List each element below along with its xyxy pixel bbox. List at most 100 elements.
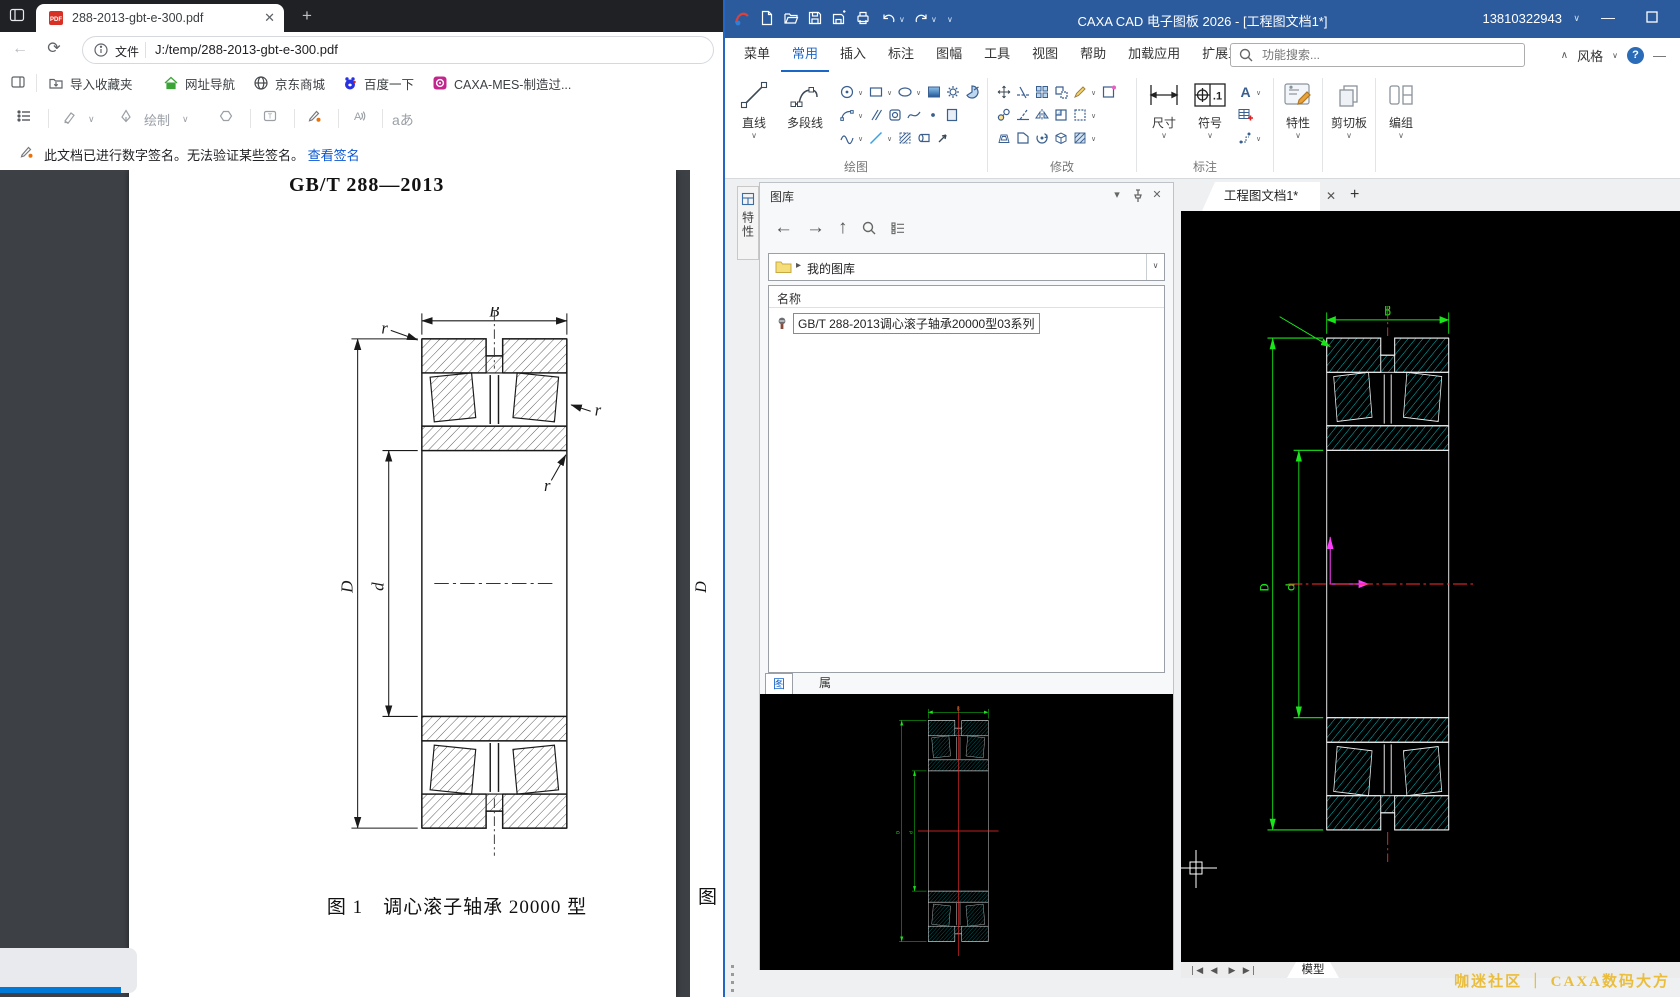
bookmark-caxa-mes[interactable]: CAXA-MES-制造过... <box>432 66 571 100</box>
rotate-icon[interactable] <box>1034 130 1051 147</box>
highlighter-chevron-icon[interactable]: ∨ <box>88 114 95 125</box>
signature-pen-icon[interactable] <box>306 108 328 130</box>
ribbon-collapse-icon[interactable]: ∧ <box>1561 50 1568 61</box>
move-icon[interactable] <box>996 84 1013 101</box>
ellipse-icon[interactable] <box>897 84 914 101</box>
fill-rect-icon[interactable] <box>926 84 943 101</box>
read-aloud-icon[interactable]: A <box>350 108 372 130</box>
pdf-viewer-area[interactable]: GB/T 288—2013 BDdrrr 图 1 调心滚子轴承 20000 型 … <box>0 170 723 997</box>
spline-icon[interactable] <box>906 107 923 124</box>
search-input[interactable] <box>1260 47 1494 63</box>
column-header-name[interactable]: 名称 <box>769 286 1164 308</box>
panel-splitter-grip[interactable] <box>729 965 735 993</box>
library-list[interactable]: 名称 GB/T 288-2013调心滚子轴承20000型03系列 <box>768 285 1165 673</box>
library-item-bearing[interactable]: GB/T 288-2013调心滚子轴承20000型03系列 <box>775 313 1040 333</box>
group-button[interactable]: 编组 ∨ <box>1378 79 1424 140</box>
gear-icon[interactable] <box>945 84 962 101</box>
draw-label[interactable]: 绘制 <box>144 110 170 129</box>
tab-tools[interactable]: 工具 <box>973 38 1021 70</box>
refresh-button[interactable]: ⟳ <box>44 39 64 59</box>
lib-search-icon[interactable] <box>861 220 877 236</box>
new-document-tab-icon[interactable]: + <box>1350 186 1359 204</box>
offset-icon[interactable] <box>996 130 1013 147</box>
symbol-button[interactable]: .1 符号 ∨ <box>1187 79 1233 140</box>
highlighter-icon[interactable] <box>62 108 84 130</box>
document-tab-close-icon[interactable]: ✕ <box>1326 189 1336 203</box>
hole-icon[interactable] <box>887 107 904 124</box>
draw-pen-icon[interactable] <box>118 108 140 130</box>
tab-sheet[interactable]: 图幅 <box>925 38 973 70</box>
3d-view-icon[interactable] <box>1053 130 1070 147</box>
stretch-icon[interactable] <box>1053 84 1070 101</box>
back-button[interactable]: ← <box>10 39 30 59</box>
maximize-button[interactable] <box>1644 9 1664 25</box>
last-sheet-button[interactable]: ▶❘ <box>1241 963 1259 977</box>
bookmark-nav-2345[interactable]: 网址导航 <box>163 66 235 100</box>
tab-shape-preview[interactable]: 图形 <box>765 673 793 694</box>
tab-annotate[interactable]: 标注 <box>877 38 925 70</box>
sheet-icon[interactable] <box>944 107 961 124</box>
point-icon[interactable] <box>925 107 942 124</box>
bookmark-import-favorites[interactable]: 导入收藏夹 <box>48 66 133 100</box>
browser-tab[interactable]: PDF 288-2013-gbt-e-300.pdf ✕ <box>36 4 284 32</box>
extend-icon[interactable] <box>1015 107 1032 124</box>
style-menu[interactable]: 风格 <box>1577 46 1603 65</box>
new-frame-icon[interactable] <box>1101 84 1118 101</box>
explode-icon[interactable] <box>1072 130 1089 147</box>
bookmark-baidu[interactable]: 百度一下 <box>342 66 414 100</box>
tab-load-app[interactable]: 加载应用 <box>1117 38 1191 70</box>
cad-canvas[interactable]: BDd <box>1181 211 1680 962</box>
lib-forward-icon[interactable]: → <box>806 217 825 239</box>
account-chevron-icon[interactable]: ∨ <box>1573 13 1580 24</box>
panel-pin-icon[interactable] <box>1130 188 1146 204</box>
address-bar[interactable]: 文件 J:/temp/288-2013-gbt-e-300.pdf <box>82 36 714 64</box>
new-tab-button[interactable]: + <box>298 7 316 25</box>
cylinder-icon[interactable] <box>916 130 933 147</box>
curve-icon[interactable] <box>839 130 856 147</box>
trim-icon[interactable] <box>1015 84 1032 101</box>
help-icon[interactable]: ? <box>1627 47 1644 64</box>
info-icon[interactable] <box>93 42 109 58</box>
document-tab[interactable]: 工程图文档1* <box>1202 182 1320 211</box>
toc-icon[interactable] <box>16 108 38 130</box>
panel-close-icon[interactable]: ✕ <box>1149 188 1165 201</box>
view-signatures-link[interactable]: 查看签名 <box>308 148 360 163</box>
minimize-button[interactable]: — <box>1598 9 1618 25</box>
polyline-button[interactable]: 多段线 <box>777 79 833 131</box>
first-sheet-button[interactable]: ❘◀ <box>1187 963 1205 977</box>
model-tab[interactable]: 模型 <box>1287 962 1339 978</box>
side-tab-properties[interactable]: 特性 <box>737 186 759 260</box>
library-breadcrumb[interactable]: ▸ 我的图库 ∨ <box>768 253 1165 281</box>
properties-button[interactable]: 特性 ∨ <box>1275 79 1321 140</box>
circle-icon[interactable] <box>839 84 856 101</box>
translate-icon[interactable]: aあ <box>392 110 414 130</box>
chamfer-icon[interactable] <box>1015 130 1032 147</box>
draw-chevron-icon[interactable]: ∨ <box>182 114 189 125</box>
panel-dropdown-icon[interactable]: ▾ <box>1109 188 1125 201</box>
copy-icon[interactable] <box>996 107 1013 124</box>
breadcrumb-root[interactable]: 我的图库 <box>807 260 855 277</box>
breadcrumb-dropdown[interactable]: ∨ <box>1146 254 1164 280</box>
next-sheet-button[interactable]: ▶ <box>1223 963 1241 977</box>
coordinate-icon[interactable] <box>1237 130 1254 147</box>
mirror-icon[interactable] <box>1034 107 1051 124</box>
clipboard-button[interactable]: 剪切板 ∨ <box>1326 79 1372 140</box>
tab-view[interactable]: 视图 <box>1021 38 1069 70</box>
text-icon[interactable]: A <box>1237 84 1254 101</box>
sidebar-icon[interactable] <box>10 74 28 92</box>
tab-insert[interactable]: 插入 <box>829 38 877 70</box>
tab-attributes[interactable]: 属性 <box>812 673 838 693</box>
rect-dashed-icon[interactable] <box>1072 107 1089 124</box>
table-icon[interactable] <box>1237 107 1254 124</box>
pie-icon[interactable] <box>964 84 981 101</box>
corner-icon[interactable] <box>1053 107 1070 124</box>
dimension-button[interactable]: 尺寸 ∨ <box>1141 79 1187 140</box>
text-box-icon[interactable]: T <box>262 108 284 130</box>
bookmark-jd[interactable]: 京东商城 <box>253 66 325 100</box>
tab-help[interactable]: 帮助 <box>1069 38 1117 70</box>
hatch-icon[interactable] <box>897 130 914 147</box>
line-button[interactable]: 直线 ∨ <box>731 79 777 140</box>
array-icon[interactable] <box>1034 84 1051 101</box>
account-number[interactable]: 13810322943 <box>1482 11 1562 26</box>
axis-line-icon[interactable] <box>868 130 885 147</box>
